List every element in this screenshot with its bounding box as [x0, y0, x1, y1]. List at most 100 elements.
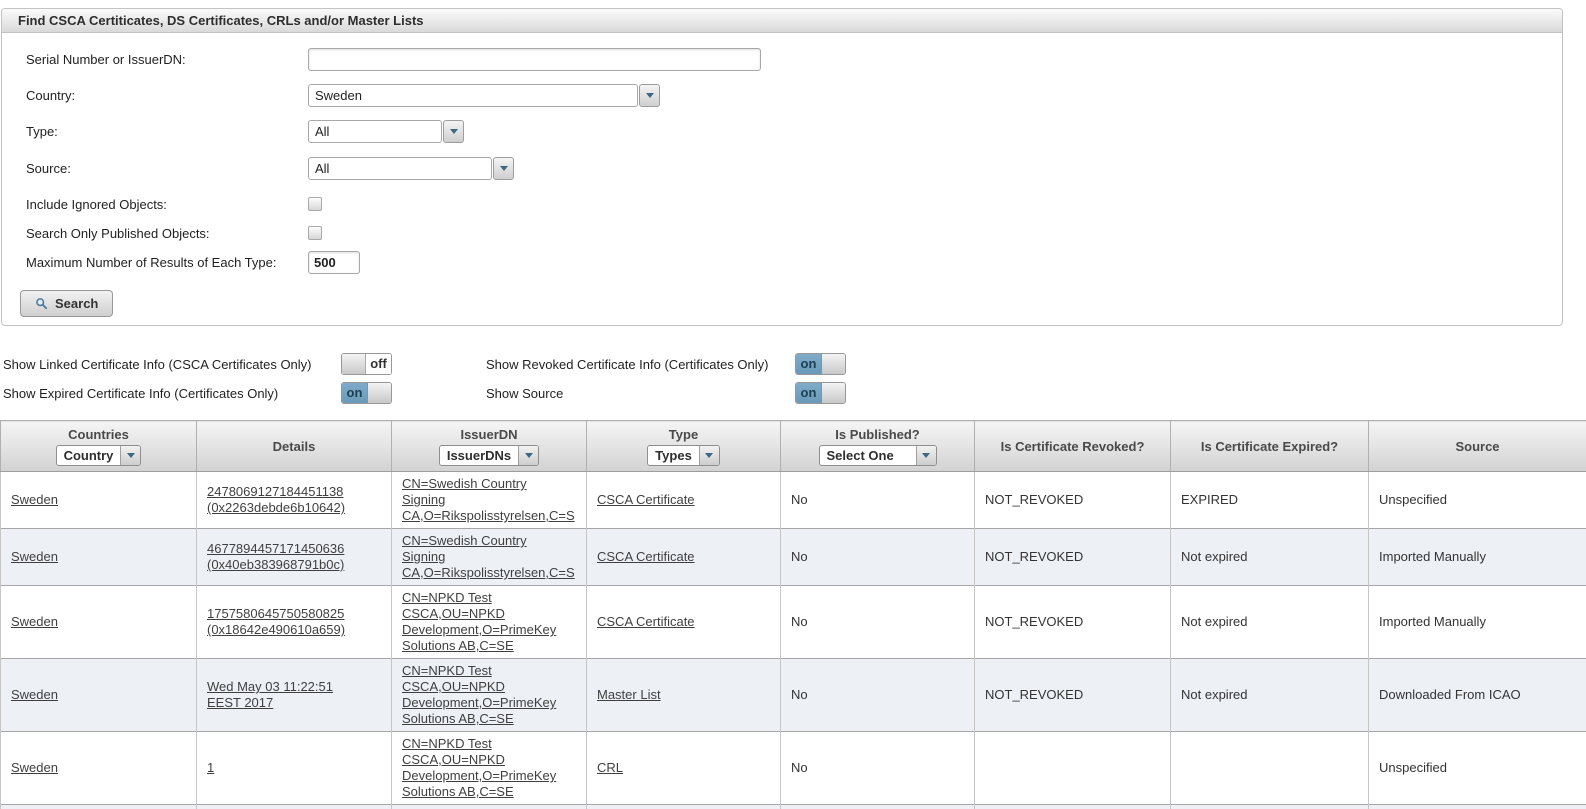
- cell-revoked: [975, 732, 1171, 805]
- table-row: Sweden 4677894457171450636 (0x40eb383968…: [1, 529, 1586, 586]
- cell-revoked: NOT_REVOKED: [975, 529, 1171, 586]
- chevron-down-icon[interactable]: [518, 446, 538, 465]
- chevron-down-icon[interactable]: [120, 446, 140, 465]
- details-link[interactable]: 1: [207, 760, 214, 775]
- include-ignored-row: Include Ignored Objects:: [26, 192, 322, 216]
- toggle-knob: [367, 383, 391, 403]
- type-select[interactable]: All: [308, 120, 464, 143]
- published-value: No: [791, 614, 808, 629]
- published-filter-select[interactable]: Select One: [819, 445, 937, 466]
- type-row: Type: All: [26, 119, 464, 143]
- type-link[interactable]: CSCA Certificate: [597, 614, 695, 629]
- chevron-down-icon[interactable]: [443, 120, 464, 143]
- revoked-value: NOT_REVOKED: [985, 687, 1083, 702]
- chevron-down-icon[interactable]: [916, 446, 936, 465]
- col-issuerdn: IssuerDN IssuerDNs: [392, 421, 587, 472]
- show-source-toggle[interactable]: on: [795, 382, 846, 404]
- panel-title: Find CSCA Certiticates, DS Certificates,…: [2, 9, 1562, 33]
- include-ignored-checkbox[interactable]: [308, 197, 322, 211]
- country-link[interactable]: Sweden: [11, 760, 58, 775]
- details-link[interactable]: 2478069127184451138 (0x2263debde6b10642): [207, 484, 345, 515]
- published-only-row: Search Only Published Objects:: [26, 221, 322, 245]
- table-row: Sweden 2478069127184451138 (0x2263debde6…: [1, 472, 1586, 529]
- serial-label: Serial Number or IssuerDN:: [26, 52, 308, 67]
- toggle-knob: [821, 354, 845, 374]
- toggle-knob: [342, 354, 366, 374]
- npkd-search-screen: Find CSCA Certiticates, DS Certificates,…: [0, 0, 1586, 809]
- country-select[interactable]: Sweden: [308, 84, 660, 107]
- details-link[interactable]: Wed May 03 11:22:51 EEST 2017: [207, 679, 333, 710]
- type-link[interactable]: CSCA Certificate: [597, 549, 695, 564]
- published-only-label: Search Only Published Objects:: [26, 226, 308, 241]
- chevron-down-icon[interactable]: [699, 446, 719, 465]
- type-link[interactable]: Master List: [597, 687, 661, 702]
- cell-type: [587, 805, 781, 809]
- published-only-checkbox[interactable]: [308, 226, 322, 240]
- cell-published: No: [781, 586, 975, 659]
- issuerdn-link[interactable]: CN=NPKD Test CSCA,OU=NPKD Development,O=…: [402, 663, 556, 726]
- cell-type: CRL: [587, 732, 781, 805]
- toggle-state-label: on: [796, 354, 821, 374]
- results-table: Countries Country Details IssuerDN Iss: [0, 420, 1586, 809]
- country-label: Country:: [26, 88, 308, 103]
- expired-value: Not expired: [1181, 687, 1247, 702]
- table-row: Sweden 1757580645750580825 (0x18642e4906…: [1, 586, 1586, 659]
- country-link[interactable]: Sweden: [11, 549, 58, 564]
- results-body: Sweden 2478069127184451138 (0x2263debde6…: [1, 472, 1586, 809]
- table-row-partial: [1, 805, 1586, 809]
- cell-expired: [1171, 732, 1369, 805]
- published-filter-value: Select One: [820, 446, 916, 465]
- show-revoked-toggle[interactable]: on: [795, 353, 846, 375]
- issuerdn-link[interactable]: CN=NPKD Test CSCA,OU=NPKD Development,O=…: [402, 736, 556, 799]
- include-ignored-label: Include Ignored Objects:: [26, 197, 308, 212]
- serial-input[interactable]: [308, 48, 761, 71]
- max-results-label: Maximum Number of Results of Each Type:: [26, 255, 308, 270]
- cell-issuerdn: CN=NPKD Test CSCA,OU=NPKD Development,O=…: [392, 732, 587, 805]
- country-link[interactable]: Sweden: [11, 614, 58, 629]
- type-filter-select[interactable]: Types: [647, 445, 720, 466]
- cell-published: [781, 805, 975, 809]
- issuerdn-filter-select[interactable]: IssuerDNs: [439, 445, 539, 466]
- country-link[interactable]: Sweden: [11, 492, 58, 507]
- issuerdn-link[interactable]: CN=NPKD Test CSCA,OU=NPKD Development,O=…: [402, 590, 556, 653]
- country-link[interactable]: Sweden: [11, 687, 58, 702]
- source-value: Unspecified: [1379, 492, 1447, 507]
- source-select-value: All: [308, 157, 492, 180]
- col-revoked: Is Certificate Revoked?: [975, 421, 1171, 472]
- issuerdn-link[interactable]: CN=Swedish Country Signing CA,O=Rikspoli…: [402, 533, 575, 580]
- chevron-down-icon[interactable]: [493, 157, 514, 180]
- col-revoked-title: Is Certificate Revoked?: [1001, 439, 1145, 454]
- source-value: Downloaded From ICAO: [1379, 687, 1521, 702]
- show-linked-toggle[interactable]: off: [341, 353, 392, 375]
- cell-type: Master List: [587, 659, 781, 732]
- search-button[interactable]: Search: [20, 290, 113, 317]
- issuerdn-filter-value: IssuerDNs: [440, 446, 518, 465]
- col-published: Is Published? Select One: [781, 421, 975, 472]
- type-link[interactable]: CSCA Certificate: [597, 492, 695, 507]
- chevron-down-icon[interactable]: [639, 84, 660, 107]
- issuerdn-link[interactable]: CN=Swedish Country Signing CA,O=Rikspoli…: [402, 476, 575, 523]
- show-source-label: Show Source: [486, 386, 795, 401]
- cell-published: No: [781, 529, 975, 586]
- source-select[interactable]: All: [308, 157, 514, 180]
- country-filter-select[interactable]: Country: [56, 445, 142, 466]
- cell-expired: [1171, 805, 1369, 809]
- show-expired-toggle[interactable]: on: [341, 382, 392, 404]
- type-link[interactable]: CRL: [597, 760, 623, 775]
- col-details-title: Details: [273, 439, 316, 454]
- revoked-value: NOT_REVOKED: [985, 614, 1083, 629]
- country-select-value: Sweden: [308, 84, 638, 107]
- cell-details: 1: [197, 732, 392, 805]
- details-link[interactable]: 4677894457171450636 (0x40eb383968791b0c): [207, 541, 344, 572]
- search-button-label: Search: [55, 296, 98, 311]
- source-value: Imported Manually: [1379, 549, 1486, 564]
- details-link[interactable]: 1757580645750580825 (0x18642e490610a659): [207, 606, 345, 637]
- cell-type: CSCA Certificate: [587, 472, 781, 529]
- toggle-knob: [821, 383, 845, 403]
- table-header-row: Countries Country Details IssuerDN Iss: [1, 421, 1586, 472]
- cell-country: Sweden: [1, 732, 197, 805]
- cell-issuerdn: [392, 805, 587, 809]
- cell-published: No: [781, 659, 975, 732]
- max-results-input[interactable]: [308, 251, 360, 274]
- toggle-state-label: off: [366, 354, 391, 374]
